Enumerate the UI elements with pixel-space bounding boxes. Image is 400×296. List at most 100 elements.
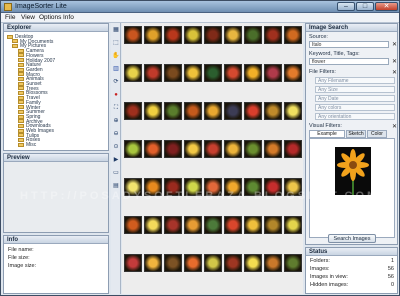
- maximize-button[interactable]: □: [356, 2, 374, 11]
- image-thumbnail[interactable]: [184, 140, 202, 158]
- image-thumbnail[interactable]: [124, 254, 142, 272]
- source-select[interactable]: Italo: [309, 41, 389, 48]
- image-thumbnail[interactable]: [264, 102, 282, 120]
- fit-icon[interactable]: ⛶: [112, 104, 120, 112]
- image-thumbnail[interactable]: [284, 102, 302, 120]
- image-thumbnail[interactable]: [244, 102, 262, 120]
- image-thumbnail[interactable]: [164, 216, 182, 234]
- visual-filters-label: Visual Filters:: [309, 123, 342, 129]
- image-thumbnail[interactable]: [224, 140, 242, 158]
- example-image[interactable]: [335, 147, 371, 195]
- image-thumbnail[interactable]: [164, 102, 182, 120]
- menu-options[interactable]: Options: [39, 14, 61, 21]
- image-thumbnail[interactable]: [164, 140, 182, 158]
- zoom-reset-icon[interactable]: ⊙: [112, 143, 120, 151]
- image-thumbnail[interactable]: [264, 26, 282, 44]
- image-thumbnail[interactable]: [204, 102, 222, 120]
- image-thumbnail[interactable]: [164, 64, 182, 82]
- image-thumbnail[interactable]: [184, 216, 202, 234]
- image-thumbnail[interactable]: [264, 64, 282, 82]
- menu-info[interactable]: Info: [63, 14, 74, 21]
- image-thumbnail[interactable]: [164, 26, 182, 44]
- search-images-button[interactable]: Search Images: [328, 234, 376, 243]
- image-thumbnail[interactable]: [184, 26, 202, 44]
- image-thumbnail[interactable]: [244, 26, 262, 44]
- image-thumbnail[interactable]: [184, 64, 202, 82]
- red-circle-icon[interactable]: ●: [112, 91, 120, 99]
- image-thumbnail[interactable]: [144, 140, 162, 158]
- image-thumbnail[interactable]: [124, 140, 142, 158]
- tab-example-images[interactable]: Example Images: [309, 130, 345, 144]
- filter-filename-select[interactable]: Any Filename: [315, 77, 395, 84]
- sort-similarity-icon[interactable]: ▦: [112, 26, 120, 34]
- menu-file[interactable]: File: [5, 14, 15, 21]
- folder-icon: [18, 142, 24, 147]
- keyword-clear-button[interactable]: ✕: [392, 58, 397, 65]
- image-thumbnail[interactable]: [204, 140, 222, 158]
- zoom-in-icon[interactable]: ⊕: [112, 117, 120, 125]
- image-thumbnail[interactable]: [284, 216, 302, 234]
- image-thumbnail[interactable]: [144, 26, 162, 44]
- filter-date-select[interactable]: Any Date: [315, 95, 395, 102]
- image-thumbnail[interactable]: [144, 102, 162, 120]
- close-button[interactable]: ✕: [375, 2, 398, 11]
- image-thumbnail[interactable]: [244, 254, 262, 272]
- keyword-input[interactable]: flower: [309, 58, 389, 65]
- file-filters-clear-button[interactable]: ✕: [392, 69, 397, 76]
- image-thumbnail[interactable]: [224, 216, 242, 234]
- rotate-icon[interactable]: ⟳: [112, 78, 120, 86]
- image-thumbnail[interactable]: [264, 216, 282, 234]
- filter-colors-select[interactable]: Any colors: [315, 104, 395, 111]
- image-thumbnail[interactable]: [224, 102, 242, 120]
- image-thumbnail[interactable]: [184, 102, 202, 120]
- image-thumbnail[interactable]: [124, 216, 142, 234]
- image-thumbnail[interactable]: [184, 254, 202, 272]
- status-images-in-view-value: 56: [387, 274, 394, 280]
- display-icon[interactable]: ▭: [112, 169, 120, 177]
- preview-title: Preview: [4, 154, 108, 162]
- status-folders-value: 1: [390, 258, 394, 264]
- image-thumbnail[interactable]: [124, 102, 142, 120]
- image-thumbnail[interactable]: [244, 64, 262, 82]
- image-thumbnail[interactable]: [144, 216, 162, 234]
- minimize-button[interactable]: –: [337, 2, 355, 11]
- image-thumbnail[interactable]: [244, 140, 262, 158]
- menu-view[interactable]: View: [21, 14, 35, 21]
- image-thumbnail[interactable]: [204, 254, 222, 272]
- slideshow-icon[interactable]: ▶: [112, 156, 120, 164]
- source-clear-button[interactable]: ✕: [392, 41, 397, 48]
- image-thumbnail[interactable]: [264, 254, 282, 272]
- filter-size-select[interactable]: Any Size: [315, 86, 395, 93]
- tab-color[interactable]: Color: [367, 130, 387, 138]
- zoom-out-icon[interactable]: ⊖: [112, 130, 120, 138]
- folder-view-icon[interactable]: ▤: [112, 182, 120, 190]
- image-thumbnail[interactable]: [204, 216, 222, 234]
- keyword-label: Keyword, Title, Tags:: [309, 51, 360, 57]
- image-thumbnail[interactable]: [124, 64, 142, 82]
- image-thumbnail[interactable]: [204, 64, 222, 82]
- image-thumbnail[interactable]: [164, 254, 182, 272]
- pan-icon[interactable]: ✋: [112, 52, 120, 60]
- select-icon[interactable]: ⬚: [112, 39, 120, 47]
- image-thumbnail[interactable]: [204, 26, 222, 44]
- color-swatch-icon[interactable]: ▥: [112, 65, 120, 73]
- image-thumbnail[interactable]: [284, 254, 302, 272]
- image-thumbnail[interactable]: [244, 216, 262, 234]
- image-thumbnail[interactable]: [264, 140, 282, 158]
- example-image-area[interactable]: [309, 138, 395, 238]
- tree-item[interactable]: Misc: [18, 142, 36, 148]
- thumbnail-grid[interactable]: [122, 23, 303, 294]
- tab-sketch[interactable]: Sketch: [346, 130, 366, 138]
- image-thumbnail[interactable]: [284, 64, 302, 82]
- image-thumbnail[interactable]: [224, 26, 242, 44]
- image-thumbnail[interactable]: [224, 64, 242, 82]
- image-thumbnail[interactable]: [124, 26, 142, 44]
- source-value: Italo: [312, 42, 322, 48]
- filter-orientation-select[interactable]: Any orientation: [315, 113, 395, 120]
- image-thumbnail[interactable]: [284, 26, 302, 44]
- visual-filters-clear-button[interactable]: ✕: [392, 123, 397, 130]
- image-thumbnail[interactable]: [144, 64, 162, 82]
- image-thumbnail[interactable]: [224, 254, 242, 272]
- image-thumbnail[interactable]: [144, 254, 162, 272]
- image-thumbnail[interactable]: [284, 140, 302, 158]
